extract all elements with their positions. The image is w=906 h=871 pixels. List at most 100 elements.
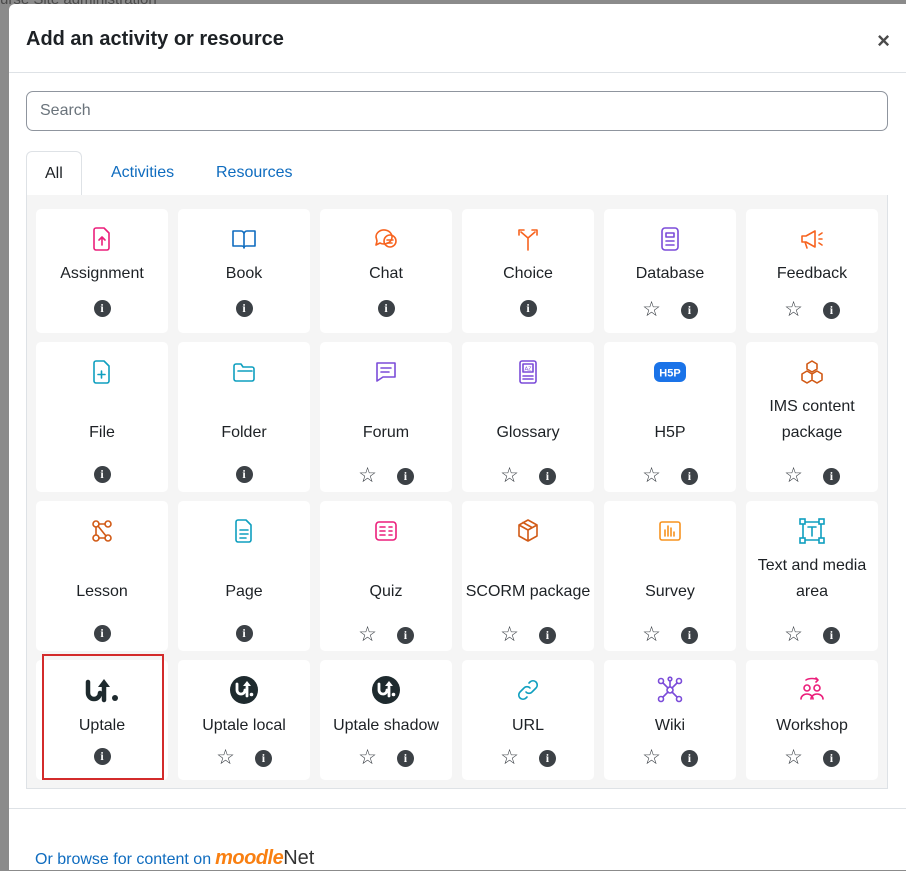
star-icon[interactable]: ☆ xyxy=(500,747,519,768)
activity-actions: ☆ i xyxy=(746,299,878,320)
lesson-icon xyxy=(36,517,168,545)
uptale-circle-icon xyxy=(178,676,310,704)
quiz-icon xyxy=(320,517,452,545)
star-icon[interactable]: ☆ xyxy=(358,624,377,645)
tab-all[interactable]: All xyxy=(26,151,82,196)
info-icon[interactable]: i xyxy=(538,749,556,767)
activity-label: URL xyxy=(511,717,544,734)
chooser-tabs: All Activities Resources xyxy=(26,151,888,196)
info-icon[interactable]: i xyxy=(680,467,698,485)
activity-card-url[interactable]: URL ☆ i xyxy=(462,660,594,780)
star-icon[interactable]: ☆ xyxy=(642,465,661,486)
activity-card-forum[interactable]: Forum ☆ i xyxy=(320,342,452,492)
close-button[interactable]: × xyxy=(877,30,890,52)
info-icon[interactable]: i xyxy=(822,749,840,767)
star-icon[interactable]: ☆ xyxy=(784,299,803,320)
info-icon[interactable]: i xyxy=(680,749,698,767)
activity-card-page[interactable]: Page i xyxy=(178,501,310,651)
info-icon[interactable]: i xyxy=(822,301,840,319)
wiki-icon xyxy=(604,676,736,704)
svg-text:H5P: H5P xyxy=(659,368,680,380)
tab-resources[interactable]: Resources xyxy=(198,151,310,195)
activity-actions: ☆ i xyxy=(746,747,878,768)
chat-icon xyxy=(320,225,452,253)
activity-label: Uptale xyxy=(78,717,126,734)
activity-card-chat[interactable]: Chat i xyxy=(320,209,452,333)
info-icon[interactable]: i xyxy=(396,626,414,644)
info-icon[interactable]: i xyxy=(822,626,840,644)
star-icon[interactable]: ☆ xyxy=(358,747,377,768)
activity-actions: i xyxy=(36,300,168,317)
activity-card-file[interactable]: File i xyxy=(36,342,168,492)
tab-activities[interactable]: Activities xyxy=(93,151,192,195)
info-icon[interactable]: i xyxy=(93,466,111,483)
activity-card-survey[interactable]: Survey ☆ i xyxy=(604,501,736,651)
activity-card-uptale-shadow[interactable]: Uptale shadow ☆ i xyxy=(320,660,452,780)
activity-label: Text and media area xyxy=(757,557,867,600)
choice-icon xyxy=(462,225,594,253)
info-icon[interactable]: i xyxy=(538,467,556,485)
info-icon[interactable]: i xyxy=(93,625,111,642)
info-icon[interactable]: i xyxy=(680,626,698,644)
activity-card-scorm-package[interactable]: SCORM package ☆ i xyxy=(462,501,594,651)
star-icon[interactable]: ☆ xyxy=(784,747,803,768)
activity-card-book[interactable]: Book i xyxy=(178,209,310,333)
activity-card-workshop[interactable]: Workshop ☆ i xyxy=(746,660,878,780)
info-icon[interactable]: i xyxy=(538,626,556,644)
info-icon[interactable]: i xyxy=(680,301,698,319)
activity-card-uptale[interactable]: Uptale i xyxy=(36,660,168,780)
activity-card-feedback[interactable]: Feedback ☆ i xyxy=(746,209,878,333)
activity-card-glossary[interactable]: AZ Glossary ☆ i xyxy=(462,342,594,492)
star-icon[interactable]: ☆ xyxy=(500,624,519,645)
activity-card-text-and-media-area[interactable]: Text and media area ☆ i xyxy=(746,501,878,651)
activity-actions: i xyxy=(178,625,310,642)
star-icon[interactable]: ☆ xyxy=(642,299,661,320)
activity-label: Survey xyxy=(645,583,695,600)
info-icon[interactable]: i xyxy=(93,748,111,765)
info-icon[interactable]: i xyxy=(93,300,111,317)
activity-actions: i xyxy=(320,300,452,317)
forum-icon xyxy=(320,358,452,386)
modal-title: Add an activity or resource xyxy=(26,28,284,50)
activity-label: File xyxy=(89,424,115,441)
activity-card-folder[interactable]: Folder i xyxy=(178,342,310,492)
info-icon[interactable]: i xyxy=(396,467,414,485)
activity-actions: ☆ i xyxy=(462,624,594,645)
activity-card-ims-content-package[interactable]: IMS content package ☆ i xyxy=(746,342,878,492)
activity-card-assignment[interactable]: Assignment i xyxy=(36,209,168,333)
ims-package-icon xyxy=(746,358,878,386)
activity-actions: ☆ i xyxy=(604,747,736,768)
activity-card-quiz[interactable]: Quiz ☆ i xyxy=(320,501,452,651)
info-icon[interactable]: i xyxy=(519,300,537,317)
moodlenet-browse-link[interactable]: Or browse for content on moodleNet xyxy=(35,847,314,870)
activity-card-database[interactable]: Database ☆ i xyxy=(604,209,736,333)
star-icon[interactable]: ☆ xyxy=(642,747,661,768)
star-icon[interactable]: ☆ xyxy=(784,465,803,486)
info-icon[interactable]: i xyxy=(396,749,414,767)
star-icon[interactable]: ☆ xyxy=(500,465,519,486)
info-icon[interactable]: i xyxy=(235,625,253,642)
activity-card-wiki[interactable]: Wiki ☆ i xyxy=(604,660,736,780)
star-icon[interactable]: ☆ xyxy=(216,747,235,768)
uptale-circle-icon xyxy=(320,676,452,704)
star-icon[interactable]: ☆ xyxy=(784,624,803,645)
search-box xyxy=(26,91,888,131)
info-icon[interactable]: i xyxy=(822,467,840,485)
info-icon[interactable]: i xyxy=(254,749,272,767)
star-icon[interactable]: ☆ xyxy=(642,624,661,645)
search-input[interactable] xyxy=(27,92,887,130)
star-icon[interactable]: ☆ xyxy=(358,465,377,486)
activity-card-uptale-local[interactable]: Uptale local ☆ i xyxy=(178,660,310,780)
info-icon[interactable]: i xyxy=(235,300,253,317)
activity-label: Choice xyxy=(503,265,553,282)
activity-actions: ☆ i xyxy=(320,747,452,768)
info-icon[interactable]: i xyxy=(235,466,253,483)
activity-card-lesson[interactable]: Lesson i xyxy=(36,501,168,651)
uptale-logo-icon xyxy=(36,676,168,704)
activity-card-h5p[interactable]: H5P H5P ☆ i xyxy=(604,342,736,492)
activity-chooser-modal: Add an activity or resource × All Activi… xyxy=(9,4,906,870)
activity-actions: i xyxy=(36,625,168,642)
activity-label: Uptale local xyxy=(202,717,286,734)
info-icon[interactable]: i xyxy=(377,300,395,317)
activity-card-choice[interactable]: Choice i xyxy=(462,209,594,333)
